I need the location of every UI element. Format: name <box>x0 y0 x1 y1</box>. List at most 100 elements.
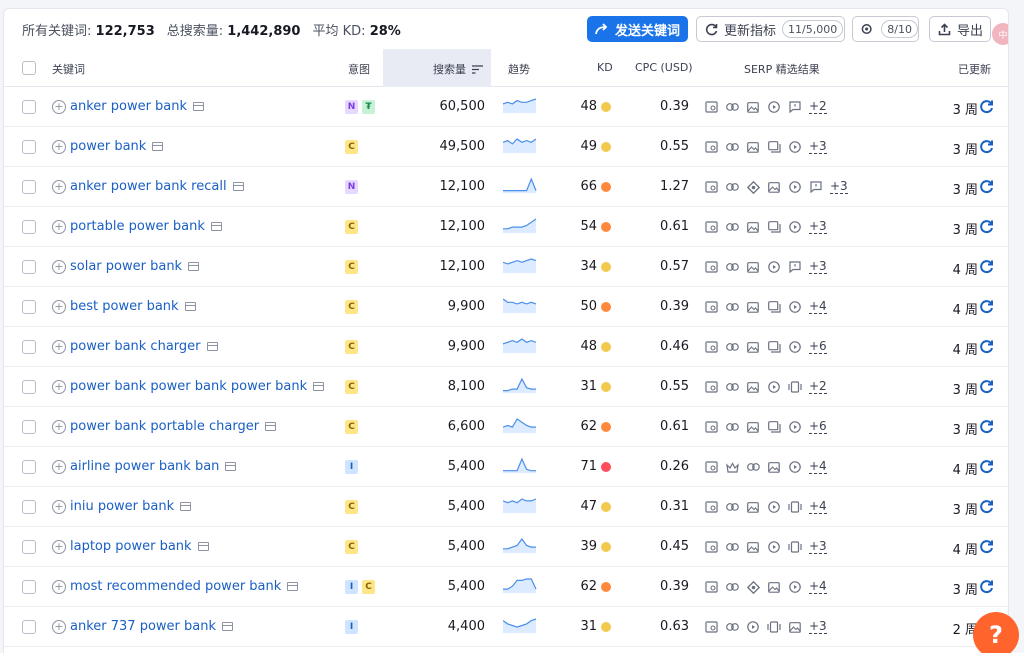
serp-preview-icon[interactable] <box>197 542 209 551</box>
more-features-link[interactable]: +3 <box>809 220 827 234</box>
keyword-link[interactable]: anker power bank recall <box>70 179 244 194</box>
serp-preview-icon[interactable] <box>225 462 237 471</box>
export-button[interactable]: 导出 <box>929 16 991 42</box>
update-metrics-button[interactable]: 更新指标 11/5,000 <box>696 16 845 42</box>
more-features-link[interactable]: +4 <box>809 500 827 514</box>
more-features-link[interactable]: +3 <box>830 180 848 194</box>
header-volume[interactable]: 搜索量 <box>433 61 483 77</box>
translate-badge[interactable]: 中 <box>992 23 1008 45</box>
send-keywords-button[interactable]: 发送关键词 <box>587 16 688 42</box>
keyword-link[interactable]: best power bank <box>70 299 196 314</box>
refresh-icon[interactable] <box>979 419 994 434</box>
keyword-link[interactable]: anker 737 power bank <box>70 619 233 634</box>
serp-preview-icon[interactable] <box>193 102 205 111</box>
serp-preview-icon[interactable] <box>206 342 218 351</box>
serp-preview-icon[interactable] <box>188 262 200 271</box>
keyword-link[interactable]: laptop power bank <box>70 539 209 554</box>
add-keyword-icon[interactable]: + <box>52 620 66 634</box>
row-checkbox[interactable] <box>22 380 36 394</box>
refresh-icon[interactable] <box>979 339 994 354</box>
refresh-icon[interactable] <box>979 379 994 394</box>
row-checkbox[interactable] <box>22 540 36 554</box>
header-cpc[interactable]: CPC (USD) <box>635 61 693 74</box>
more-features-link[interactable]: +3 <box>809 140 827 154</box>
serp-preview-icon[interactable] <box>210 222 222 231</box>
row-checkbox[interactable] <box>22 460 36 474</box>
row-checkbox[interactable] <box>22 500 36 514</box>
header-serp[interactable]: SERP 精选结果 <box>744 61 820 77</box>
trend-area <box>503 219 536 233</box>
refresh-icon[interactable] <box>979 99 994 114</box>
keyword-link[interactable]: power bank <box>70 139 164 154</box>
refresh-icon[interactable] <box>979 299 994 314</box>
keyword-link[interactable]: solar power bank <box>70 259 200 274</box>
refresh-icon[interactable] <box>979 459 994 474</box>
row-checkbox[interactable] <box>22 340 36 354</box>
row-checkbox[interactable] <box>22 140 36 154</box>
refresh-icon[interactable] <box>979 499 994 514</box>
refresh-icon[interactable] <box>979 139 994 154</box>
serp-preview-icon[interactable] <box>184 302 196 311</box>
more-features-link[interactable]: +4 <box>809 580 827 594</box>
add-keyword-icon[interactable]: + <box>52 540 66 554</box>
add-keyword-icon[interactable]: + <box>52 300 66 314</box>
add-keyword-icon[interactable]: + <box>52 140 66 154</box>
more-features-link[interactable]: +3 <box>809 540 827 554</box>
keyword-link[interactable]: power bank charger <box>70 339 218 354</box>
serp-preview-icon[interactable] <box>232 182 244 191</box>
keyword-link[interactable]: power bank portable charger <box>70 419 277 434</box>
add-keyword-icon[interactable]: + <box>52 380 66 394</box>
add-keyword-icon[interactable]: + <box>52 180 66 194</box>
add-keyword-icon[interactable]: + <box>52 500 66 514</box>
keyword-link[interactable]: iniu power bank <box>70 499 192 514</box>
keyword-link[interactable]: power bank power bank power bank <box>70 379 325 394</box>
row-checkbox[interactable] <box>22 260 36 274</box>
header-intent[interactable]: 意图 <box>348 61 370 77</box>
row-checkbox[interactable] <box>22 420 36 434</box>
keyword-link[interactable]: airline power bank ban <box>70 459 237 474</box>
serp-preview-icon[interactable] <box>180 502 192 511</box>
refresh-icon[interactable] <box>979 219 994 234</box>
row-checkbox[interactable] <box>22 180 36 194</box>
row-checkbox[interactable] <box>22 100 36 114</box>
serp-preview-icon[interactable] <box>152 142 164 151</box>
serp-preview-icon[interactable] <box>287 582 299 591</box>
row-checkbox[interactable] <box>22 220 36 234</box>
keyword-link[interactable]: portable power bank <box>70 219 222 234</box>
keyword-link[interactable]: anker power bank <box>70 99 205 114</box>
more-features-link[interactable]: +2 <box>809 380 827 394</box>
more-features-link[interactable]: +4 <box>809 460 827 474</box>
link-icon <box>725 500 739 514</box>
add-keyword-icon[interactable]: + <box>52 220 66 234</box>
header-keyword[interactable]: 关键词 <box>52 61 85 77</box>
add-keyword-icon[interactable]: + <box>52 100 66 114</box>
row-checkbox[interactable] <box>22 580 36 594</box>
refresh-icon[interactable] <box>979 539 994 554</box>
more-features-link[interactable]: +3 <box>809 260 827 274</box>
more-features-link[interactable]: +6 <box>809 420 827 434</box>
add-keyword-icon[interactable]: + <box>52 260 66 274</box>
serp-preview-icon[interactable] <box>313 382 325 391</box>
refresh-icon[interactable] <box>979 579 994 594</box>
header-updated[interactable]: 已更新 <box>958 61 991 77</box>
row-checkbox[interactable] <box>22 620 36 634</box>
add-keyword-icon[interactable]: + <box>52 420 66 434</box>
refresh-icon[interactable] <box>979 179 994 194</box>
keyword-link[interactable]: most recommended power bank <box>70 579 299 594</box>
add-keyword-icon[interactable]: + <box>52 460 66 474</box>
help-button[interactable]: ? <box>973 612 1019 653</box>
add-keyword-icon[interactable]: + <box>52 580 66 594</box>
add-keyword-icon[interactable]: + <box>52 340 66 354</box>
refresh-icon[interactable] <box>979 259 994 274</box>
select-all-checkbox[interactable] <box>22 61 36 75</box>
serp-preview-icon[interactable] <box>265 422 277 431</box>
more-features-link[interactable]: +6 <box>809 340 827 354</box>
settings-button[interactable]: 8/10 <box>852 16 919 42</box>
more-features-link[interactable]: +4 <box>809 300 827 314</box>
more-features-link[interactable]: +3 <box>809 620 827 634</box>
more-features-link[interactable]: +2 <box>809 100 827 114</box>
header-trend[interactable]: 趋势 <box>508 61 530 77</box>
row-checkbox[interactable] <box>22 300 36 314</box>
serp-preview-icon[interactable] <box>222 622 233 631</box>
header-kd[interactable]: KD <box>597 61 613 74</box>
